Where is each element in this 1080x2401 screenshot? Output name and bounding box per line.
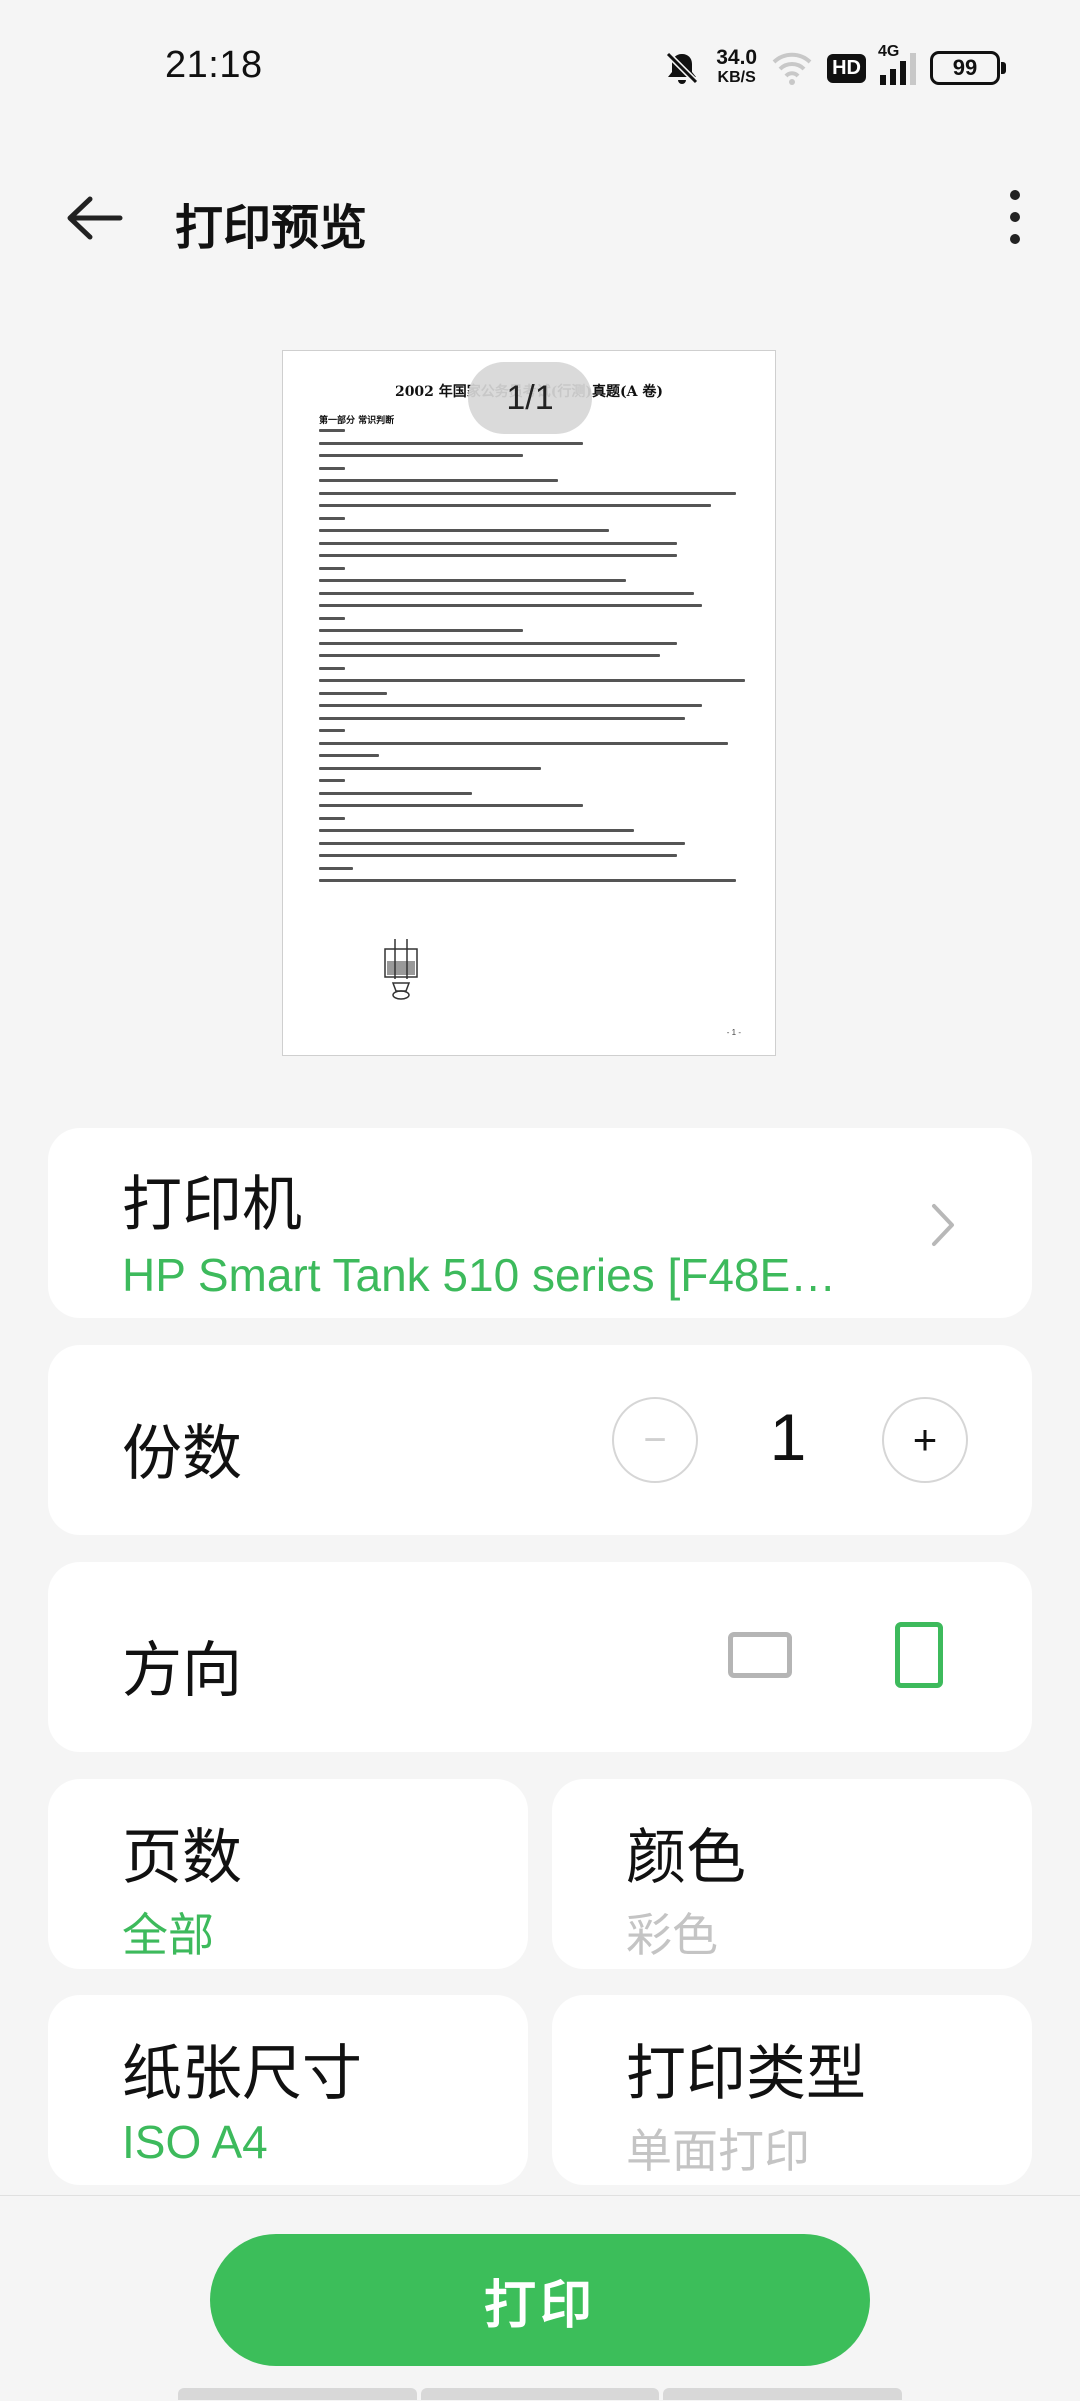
pages-value: 全部: [122, 1909, 214, 1961]
home-indicator[interactable]: [178, 2388, 903, 2400]
copies-value: 1: [769, 1400, 807, 1474]
network-type: 4G: [878, 43, 900, 60]
more-dot-icon: [1010, 190, 1020, 200]
orientation-label: 方向: [122, 1637, 242, 1704]
app-bar: 打印预览: [0, 160, 1080, 270]
printer-name: HP Smart Tank 510 series [F48E…: [122, 1249, 837, 1301]
pages-label: 页数: [122, 1824, 242, 1891]
more-options-button[interactable]: [985, 182, 1045, 252]
color-setting[interactable]: 颜色 彩色: [552, 1779, 1032, 1969]
landscape-icon[interactable]: [728, 1632, 792, 1678]
minus-icon: −: [643, 1417, 667, 1462]
mute-icon: [666, 51, 699, 85]
page-title: 打印预览: [175, 202, 368, 255]
signal-icon: 4G: [878, 43, 916, 85]
doc-page-footer: - 1 -: [726, 1028, 741, 1037]
doc-section-heading: 第一部分 常识判断: [319, 416, 395, 426]
net-speed: 34.0 KB/S: [716, 46, 758, 86]
battery-level: 99: [952, 55, 978, 80]
color-value: 彩色: [626, 1909, 718, 1961]
hd-badge: HD: [827, 53, 866, 83]
doc-text-lines: [319, 429, 745, 892]
print-button[interactable]: 打印: [210, 2234, 870, 2366]
battery-icon: 99: [930, 51, 1006, 85]
increase-copies-button[interactable]: +: [882, 1397, 968, 1483]
plus-icon: +: [912, 1416, 938, 1463]
print-type-setting[interactable]: 打印类型 单面打印: [552, 1995, 1032, 2185]
print-type-label: 打印类型: [626, 2040, 866, 2107]
pages-setting[interactable]: 页数 全部: [48, 1779, 528, 1969]
status-bar: 21:18 34.0 KB/S HD 4G 99: [0, 0, 1080, 130]
paper-size-label: 纸张尺寸: [122, 2040, 362, 2107]
orientation-setting: 方向: [48, 1562, 1032, 1752]
back-arrow-icon: [67, 196, 123, 240]
document-preview[interactable]: 2002 年国家公务员考试(行测)真题(A 卷) 第一部分 常识判断 - 1 -: [282, 350, 776, 1056]
print-type-value: 单面打印: [626, 2125, 810, 2177]
page-indicator: 1/1: [468, 362, 592, 434]
printer-selector[interactable]: 打印机 HP Smart Tank 510 series [F48E…: [48, 1128, 1032, 1318]
decrease-copies-button[interactable]: −: [612, 1397, 698, 1483]
wifi-icon: [772, 52, 812, 85]
back-button[interactable]: [60, 188, 130, 248]
status-time: 21:18: [165, 44, 263, 86]
copies-setting: 份数 − 1 +: [48, 1345, 1032, 1535]
color-label: 颜色: [626, 1824, 746, 1891]
bottom-action-bar: 打印: [0, 2195, 1080, 2401]
paper-size-setting[interactable]: 纸张尺寸 ISO A4: [48, 1995, 528, 2185]
doc-figure-icon: [384, 939, 418, 1000]
status-icons: 34.0 KB/S HD 4G 99: [662, 43, 1006, 92]
printer-label: 打印机: [122, 1171, 302, 1238]
copies-label: 份数: [122, 1420, 242, 1487]
chevron-right-icon: [932, 1204, 954, 1246]
portrait-icon[interactable]: [895, 1622, 943, 1688]
paper-size-value: ISO A4: [122, 2116, 268, 2168]
